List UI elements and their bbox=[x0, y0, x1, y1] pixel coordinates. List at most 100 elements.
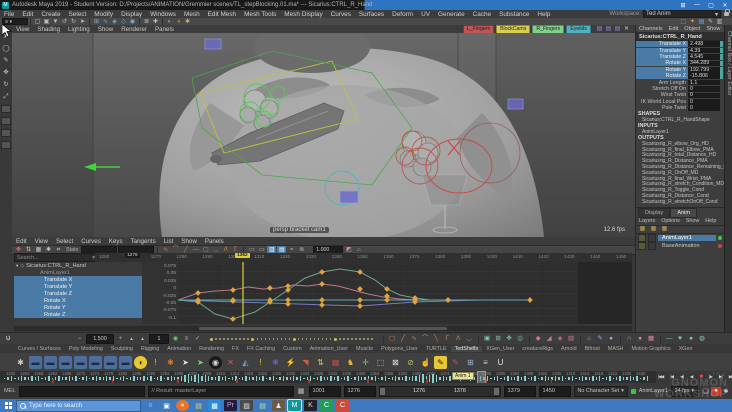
scale-tool-icon[interactable]: ⤢ bbox=[2, 93, 11, 101]
output-node[interactable]: Sicariusrig_R_stretchOnOff_Cond bbox=[636, 199, 725, 205]
shelf-tab-rendering[interactable]: Rendering bbox=[195, 346, 228, 352]
shelf-tab-rigging[interactable]: Rigging bbox=[137, 346, 163, 352]
shelf-tab-creaturerigs[interactable]: creatureRigs bbox=[518, 346, 557, 352]
tween-tick[interactable] bbox=[231, 338, 233, 340]
tween-tick[interactable] bbox=[223, 338, 225, 340]
shelf-tab-sculpting[interactable]: Sculpting bbox=[107, 346, 137, 352]
minimize-button[interactable]: — bbox=[690, 2, 704, 8]
animation-start-field[interactable]: 1001 bbox=[308, 385, 341, 397]
photos-app-icon[interactable]: ▩ bbox=[208, 400, 221, 411]
shelf-item-delete-tool[interactable]: ✕ bbox=[224, 356, 237, 369]
script-editor-toggle-icon[interactable]: ▦ bbox=[297, 387, 306, 395]
menu-mesh[interactable]: Mesh bbox=[180, 11, 204, 18]
select-tool-icon[interactable]: ◆ bbox=[534, 335, 543, 343]
view-tool-icon[interactable]: ✎ bbox=[596, 335, 605, 343]
tween-tick[interactable] bbox=[284, 338, 287, 340]
shelf-item-pose-tool[interactable]: ⇅ bbox=[314, 356, 327, 369]
shelf-item-list-tool[interactable]: ≡ bbox=[479, 356, 492, 369]
menu-modify[interactable]: Modify bbox=[90, 11, 117, 18]
shelf-item-cursor-tool[interactable]: ➤ bbox=[179, 356, 192, 369]
step-back-frame-button[interactable]: |◀ bbox=[670, 374, 674, 380]
menu-edit-mesh[interactable]: Edit Mesh bbox=[204, 11, 240, 18]
shelf-tab-turtle[interactable]: TURTLE bbox=[422, 346, 451, 352]
viewport-menu-view[interactable]: View bbox=[12, 26, 33, 33]
layout-shortcut[interactable] bbox=[1, 141, 11, 149]
layer-filter-icon[interactable]: ▦ bbox=[649, 225, 658, 233]
bookmark-icon[interactable]: ▤ bbox=[613, 25, 622, 33]
media-app-icon[interactable]: ▨ bbox=[240, 400, 253, 411]
graph-h-scrollbar[interactable] bbox=[14, 326, 632, 331]
script-editor-icon[interactable]: ❑ bbox=[701, 387, 711, 396]
channel-value[interactable]: 4.545 bbox=[688, 54, 723, 60]
shelf-tab-mash[interactable]: MASH bbox=[604, 346, 628, 352]
select-tool-icon[interactable]: ◈ bbox=[556, 335, 565, 343]
viewport-menu-panels[interactable]: Panels bbox=[151, 26, 178, 33]
anim-option-icon[interactable]: ◉ bbox=[171, 335, 180, 343]
tween-tick[interactable] bbox=[210, 337, 213, 341]
shelf-item-folder-edit-tool[interactable]: ✎ bbox=[434, 355, 447, 369]
channel-label[interactable]: Stretch Off On bbox=[636, 86, 688, 92]
playback-end-field[interactable]: 1379 bbox=[503, 385, 536, 397]
outliner-channel-rotate-y[interactable]: Rotate Y bbox=[14, 304, 142, 311]
menu-help[interactable]: Help bbox=[533, 11, 554, 18]
shelf-item-cursor-green-tool[interactable]: ➤ bbox=[194, 356, 207, 369]
ge-menu-panels[interactable]: Panels bbox=[201, 238, 228, 245]
misc-tool-icon[interactable]: ▦ bbox=[647, 335, 656, 343]
shelf-item-picker-7[interactable]: ▬ bbox=[119, 355, 132, 369]
layer-filter-icon[interactable]: ▦ bbox=[660, 225, 669, 233]
shelf-item-pen-red-tool[interactable]: ✎ bbox=[449, 356, 462, 369]
command-line-input[interactable] bbox=[18, 385, 145, 397]
channel-label[interactable]: Arm Length bbox=[636, 80, 688, 86]
outliner-channel-rotate-x[interactable]: Rotate X bbox=[14, 297, 142, 304]
task-view-icon[interactable]: ▣ bbox=[160, 400, 173, 411]
shelf-item-gear-tool[interactable]: ✱ bbox=[164, 356, 177, 369]
tween-tick[interactable] bbox=[359, 338, 361, 340]
tween-tick[interactable] bbox=[371, 338, 373, 340]
shelf-tab-arnold[interactable]: Arnold bbox=[557, 346, 581, 352]
end-tool-icon[interactable]: ◍ bbox=[698, 335, 707, 343]
menu-uv[interactable]: UV bbox=[417, 11, 434, 18]
expand-icon[interactable]: ▾ bbox=[16, 263, 18, 269]
offset-value-field[interactable]: 1.500 bbox=[86, 334, 114, 344]
channel-value[interactable]: 1.1 bbox=[688, 80, 720, 86]
tween-tick[interactable] bbox=[239, 338, 241, 340]
close-icon[interactable]: ✕ bbox=[622, 25, 631, 33]
shelf-tab-xgen-user[interactable]: XGen_User bbox=[482, 346, 518, 352]
maximize-button[interactable]: ▢ bbox=[704, 2, 718, 9]
channel-label[interactable]: Translate Z bbox=[636, 53, 688, 60]
select-tool-icon[interactable]: ➤ bbox=[2, 33, 11, 41]
lock-icon[interactable] bbox=[724, 9, 730, 16]
shelf-item-record-tool[interactable]: ◉ bbox=[209, 355, 222, 369]
shelf-item-grid-plus-tool[interactable]: ⊞ bbox=[464, 356, 477, 369]
channel-value[interactable]: -15.806 bbox=[688, 73, 723, 79]
menu-file[interactable]: File bbox=[0, 11, 18, 18]
keyframe[interactable] bbox=[230, 316, 236, 322]
channel-label[interactable]: Rotate X bbox=[636, 60, 688, 67]
shelf-item-plus-green-tool[interactable]: ✛ bbox=[359, 356, 372, 369]
tween-tick[interactable] bbox=[347, 338, 349, 340]
view-tool-icon[interactable]: ● bbox=[607, 335, 616, 343]
close-button[interactable]: ✕ bbox=[718, 2, 732, 9]
tangent-button-icon[interactable]: ╱ bbox=[399, 335, 408, 343]
anim-option-icon[interactable]: ✓ bbox=[193, 335, 202, 343]
layout-shortcut[interactable] bbox=[1, 117, 11, 125]
layer-filter-icon[interactable]: ▦ bbox=[638, 225, 647, 233]
app-green-icon[interactable]: C bbox=[320, 400, 333, 411]
cortana-icon[interactable]: ○ bbox=[144, 400, 157, 411]
ge-menu-list[interactable]: List bbox=[160, 238, 178, 245]
menu-mesh-display[interactable]: Mesh Display bbox=[280, 11, 326, 18]
menu-surfaces[interactable]: Surfaces bbox=[355, 11, 388, 18]
layer-menu-options[interactable]: Options bbox=[658, 218, 683, 224]
tangent-button-icon[interactable]: Λ bbox=[454, 335, 463, 343]
key-tool-icon[interactable]: ◎ bbox=[516, 335, 525, 343]
shelf-item-xbox-tool[interactable]: ⊠ bbox=[389, 356, 402, 369]
shelf-tab-curves-surfaces[interactable]: Curves / Surfaces bbox=[14, 346, 65, 352]
viewport-menu-shading[interactable]: Shading bbox=[33, 26, 64, 33]
tween-tick[interactable] bbox=[260, 338, 263, 340]
ge-menu-view[interactable]: View bbox=[31, 238, 52, 245]
tween-tick[interactable] bbox=[355, 338, 357, 340]
shelf-tab-fx-caching[interactable]: FX Caching bbox=[243, 346, 279, 352]
tween-tick[interactable] bbox=[215, 338, 217, 340]
keyframe[interactable] bbox=[319, 269, 325, 275]
tween-tick[interactable] bbox=[343, 338, 345, 340]
